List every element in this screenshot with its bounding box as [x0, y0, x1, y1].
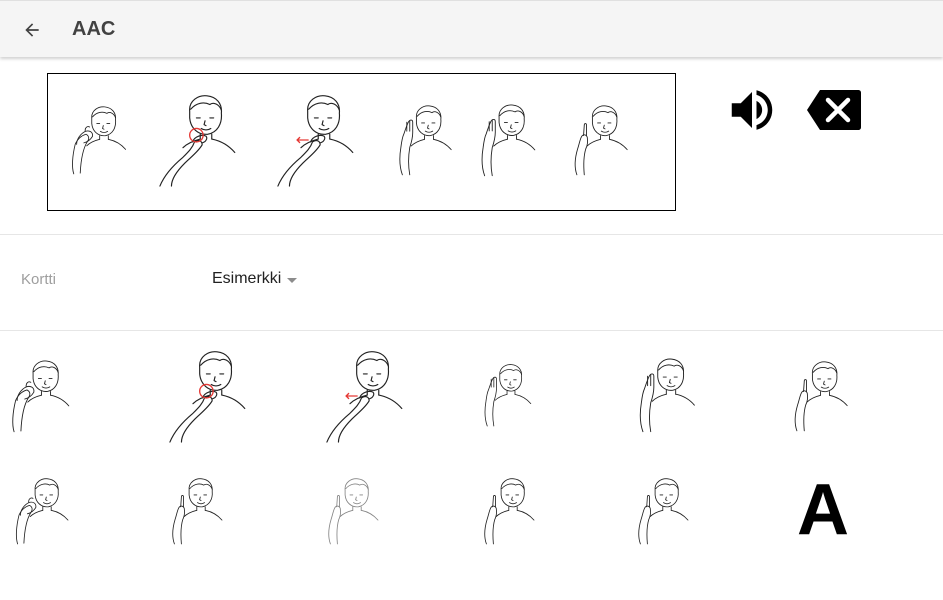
sign-thumb-side-hand-icon	[632, 462, 702, 560]
grid-card-9[interactable]	[322, 462, 392, 560]
sentence-card-6[interactable]	[568, 92, 642, 188]
sentence-card-1[interactable]	[68, 92, 140, 188]
clear-button[interactable]	[806, 88, 862, 132]
sign-thumb-hand-icon	[8, 348, 84, 444]
sign-hand-at-chin-red-arrow-icon	[274, 92, 374, 188]
sign-thumb-hand-icon	[68, 92, 140, 188]
grid-card-12[interactable]: A	[790, 470, 856, 550]
divider	[0, 234, 943, 235]
sign-hand-at-chin-red-arrow-icon	[323, 348, 423, 444]
sign-flat-hand-up-icon	[478, 346, 544, 444]
app-bar: AAC	[0, 0, 943, 57]
grid-card-6[interactable]	[788, 348, 862, 444]
grid-card-1[interactable]	[8, 348, 84, 444]
sign-index-finger-up-icon	[568, 92, 642, 188]
backspace-icon	[807, 90, 861, 130]
sign-hand-at-chin-red-circle-icon	[166, 348, 266, 444]
grid-card-5[interactable]	[632, 346, 710, 444]
chevron-down-icon	[287, 277, 298, 283]
speak-button[interactable]	[725, 83, 779, 137]
grid-card-7[interactable]	[12, 462, 82, 560]
grid-card-11[interactable]	[632, 462, 702, 560]
speaker-icon	[731, 90, 773, 130]
card-set-value: Esimerkki	[212, 270, 282, 287]
sign-hand-at-cheek-icon	[474, 92, 550, 188]
sentence-card-4[interactable]	[392, 92, 466, 188]
sign-pointing-hand-faint-icon	[322, 462, 392, 560]
app-title: AAC	[72, 18, 116, 40]
sign-thumb-up-hand-icon	[166, 462, 236, 560]
card-set-label: Kortti	[21, 271, 57, 288]
grid-card-8[interactable]	[166, 462, 236, 560]
sign-crossed-fingers-icon	[478, 462, 548, 560]
sentence-card-2[interactable]	[156, 92, 256, 188]
sign-hand-at-cheek-icon	[632, 346, 710, 444]
back-button[interactable]	[14, 13, 50, 47]
sentence-card-5[interactable]	[474, 92, 550, 188]
sign-hand-at-chin-red-circle-icon	[156, 92, 256, 188]
sign-index-finger-up-icon	[788, 348, 862, 444]
card-set-select[interactable]: Esimerkki	[212, 270, 298, 288]
sign-flat-hand-up-icon	[392, 92, 466, 188]
grid-card-4[interactable]	[478, 346, 544, 444]
sentence-card-3[interactable]	[274, 92, 374, 188]
grid-card-2[interactable]	[166, 348, 266, 444]
grid-card-10[interactable]	[478, 462, 548, 560]
grid-card-3[interactable]	[323, 348, 423, 444]
divider	[0, 330, 943, 331]
arrow-left-icon	[25, 23, 39, 37]
sentence-strip[interactable]	[47, 73, 676, 211]
sign-fist-icon	[12, 462, 82, 560]
